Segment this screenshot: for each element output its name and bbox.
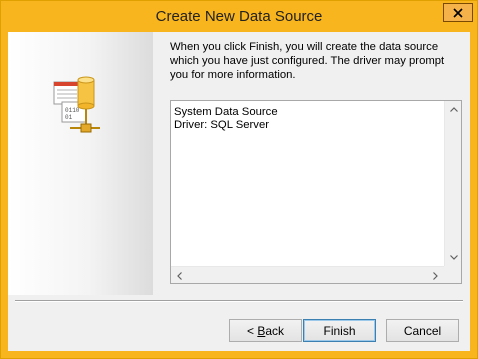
- scroll-right-button[interactable]: [427, 267, 444, 284]
- scroll-down-button[interactable]: [445, 249, 462, 266]
- svg-text:0110: 0110: [65, 107, 80, 114]
- instructions-text: When you click Finish, you will create t…: [170, 41, 445, 81]
- summary-line-type: System Data Source: [174, 106, 278, 118]
- horizontal-scrollbar[interactable]: [171, 266, 444, 283]
- wizard-side-panel: 0110 01: [8, 32, 153, 295]
- scroll-right-arrow-icon: [433, 271, 438, 280]
- scroll-up-button[interactable]: [445, 101, 462, 118]
- scroll-left-button[interactable]: [171, 267, 188, 284]
- scroll-left-arrow-icon: [177, 271, 182, 280]
- summary-textbox[interactable]: System Data Source Driver: SQL Server: [170, 100, 462, 284]
- dialog-window: Create New Data Source 0110 01 When you …: [0, 0, 478, 359]
- finish-button[interactable]: Finish: [303, 319, 376, 342]
- svg-text:01: 01: [65, 114, 73, 121]
- summary-content: System Data Source Driver: SQL Server: [174, 106, 278, 132]
- dialog-body: 0110 01 When you click Finish, you will …: [8, 32, 470, 351]
- scroll-up-arrow-icon: [449, 107, 458, 112]
- data-source-illustration-icon: 0110 01: [53, 76, 100, 133]
- back-button-label: < Back: [246, 323, 285, 338]
- button-separator: [15, 300, 463, 302]
- summary-line-driver: Driver: SQL Server: [174, 119, 269, 131]
- window-title: Create New Data Source: [155, 8, 323, 25]
- title-bar[interactable]: Create New Data Source: [1, 1, 477, 32]
- cancel-button-label: Cancel: [403, 323, 442, 338]
- scroll-down-arrow-icon: [449, 255, 458, 260]
- close-button[interactable]: [443, 3, 473, 22]
- scrollbar-corner: [444, 266, 461, 283]
- finish-button-label: Finish: [323, 323, 356, 338]
- cancel-button[interactable]: Cancel: [386, 319, 459, 342]
- back-button[interactable]: < Back: [229, 319, 302, 342]
- close-icon: [453, 7, 463, 18]
- vertical-scrollbar[interactable]: [444, 101, 461, 266]
